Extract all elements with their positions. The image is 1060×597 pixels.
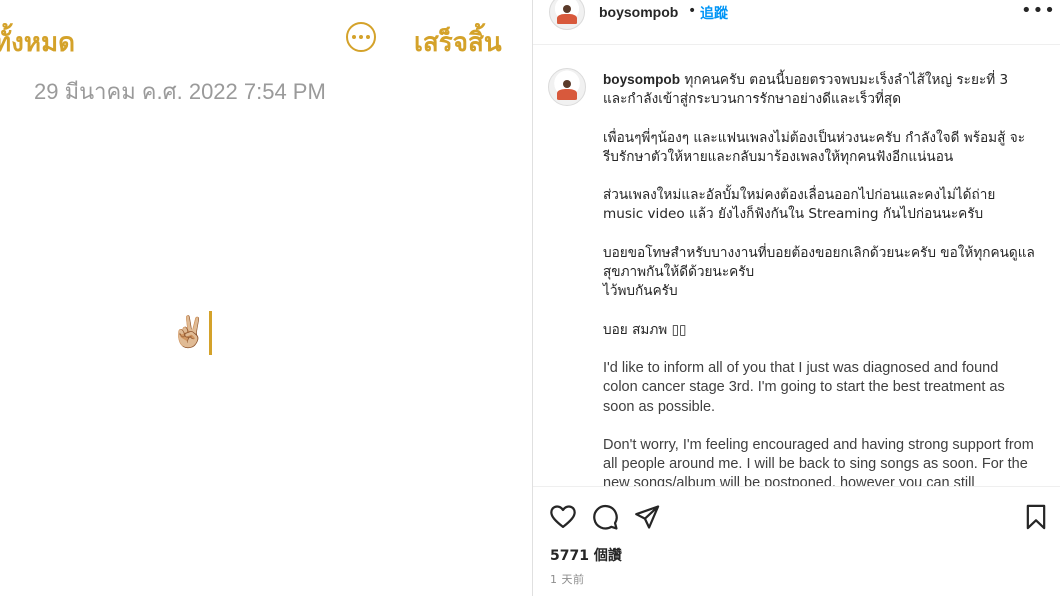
note-body[interactable]: ✌🏼 — [170, 310, 213, 356]
caption-paragraph: บอย สมภพ ▯▯ — [603, 321, 687, 338]
done-button[interactable]: เสร็จสิ้น — [414, 22, 502, 63]
caption-paragraph: Don't worry, I'm feeling encouraged and … — [603, 436, 1034, 486]
separator-dot: • — [688, 3, 697, 19]
avatar[interactable] — [549, 0, 585, 30]
caption-text: boysompob ทุกคนครับ ตอนนี้บอยตรวจพบมะเร็… — [603, 70, 1035, 486]
notes-pane: ทั้งหมด เสร็จสิ้น 29 มีนาคม ค.ศ. 2022 7:… — [0, 0, 532, 596]
likes-count[interactable]: 5771 個讚 — [550, 545, 622, 565]
comment-icon[interactable] — [591, 503, 619, 531]
share-icon[interactable] — [633, 503, 661, 531]
heart-icon[interactable] — [549, 503, 577, 531]
caption-paragraph: I'd like to inform all of you that I jus… — [603, 359, 1005, 415]
bookmark-icon[interactable] — [1022, 503, 1050, 531]
post-timestamp[interactable]: 1 天前 — [550, 571, 585, 587]
note-content: ✌🏼 — [170, 315, 208, 350]
post-username[interactable]: boysompob — [599, 4, 678, 20]
instagram-post: boysompob • 追蹤 ••• boysompob ทุกคนครับ ต… — [533, 0, 1060, 596]
text-cursor — [209, 311, 213, 355]
post-header: boysompob • 追蹤 ••• — [533, 0, 1060, 45]
note-date: 29 มีนาคม ค.ศ. 2022 7:54 PM — [34, 79, 326, 104]
caption-avatar[interactable] — [548, 68, 586, 106]
more-circle-icon[interactable] — [346, 22, 376, 52]
caption-paragraph: ส่วนเพลงใหม่และอัลบั้มใหม่คงต้องเลื่อนออ… — [603, 187, 996, 223]
back-button[interactable]: ทั้งหมด — [0, 22, 75, 63]
caption-paragraph: เพื่อนๆพี่ๆน้องๆ และแฟนเพลงไม่ต้องเป็นห่… — [603, 129, 1026, 165]
follow-button[interactable]: 追蹤 — [700, 3, 728, 23]
action-bar: 5771 個讚 1 天前 — [533, 486, 1060, 597]
caption-paragraph: บอยขอโทษสำหรับบางงานที่บอยต้องขอยกเลิกด้… — [603, 244, 1035, 300]
caption-username[interactable]: boysompob — [603, 72, 680, 87]
options-button[interactable]: ••• — [1021, 0, 1056, 21]
caption-area: boysompob ทุกคนครับ ตอนนี้บอยตรวจพบมะเร็… — [533, 60, 1060, 486]
